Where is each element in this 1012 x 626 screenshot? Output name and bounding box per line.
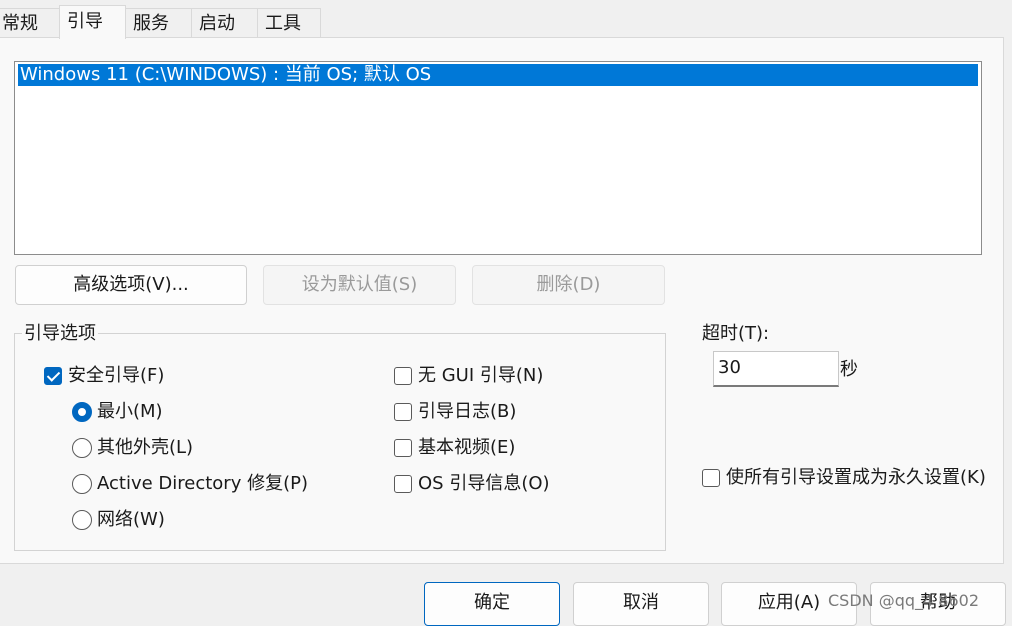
boot-log-label: 引导日志(B) — [418, 401, 517, 422]
tab-boot[interactable]: 引导 — [59, 5, 126, 39]
advanced-options-button[interactable]: 高级选项(V)... — [15, 265, 247, 305]
minimal-option[interactable]: 最小(M) — [72, 400, 163, 424]
safe-boot-checkbox[interactable] — [44, 367, 62, 385]
minimal-radio[interactable] — [72, 402, 92, 422]
minimal-label: 最小(M) — [97, 401, 163, 422]
ad-repair-label: Active Directory 修复(P) — [97, 473, 308, 494]
ad-repair-option[interactable]: Active Directory 修复(P) — [72, 472, 308, 496]
network-radio[interactable] — [72, 510, 92, 530]
os-boot-info-label: OS 引导信息(O) — [418, 473, 550, 494]
make-permanent-option[interactable]: 使所有引导设置成为永久设置(K) — [702, 466, 986, 490]
alternate-shell-option[interactable]: 其他外壳(L) — [72, 436, 193, 460]
no-gui-boot-checkbox[interactable] — [394, 367, 412, 385]
os-boot-info-option[interactable]: OS 引导信息(O) — [394, 472, 550, 496]
network-label: 网络(W) — [97, 509, 165, 530]
ok-button[interactable]: 确定 — [424, 582, 560, 626]
safe-boot-label: 安全引导(F) — [68, 365, 165, 386]
timeout-unit: 秒 — [840, 359, 858, 380]
network-option[interactable]: 网络(W) — [72, 508, 165, 532]
no-gui-boot-option[interactable]: 无 GUI 引导(N) — [394, 364, 543, 388]
set-default-button[interactable]: 设为默认值(S) — [263, 265, 456, 305]
tab-services[interactable]: 服务 — [125, 8, 192, 38]
timeout-label: 超时(T): — [702, 323, 770, 344]
boot-log-checkbox[interactable] — [394, 403, 412, 421]
safe-boot-option[interactable]: 安全引导(F) — [44, 364, 164, 388]
delete-button[interactable]: 删除(D) — [472, 265, 665, 305]
os-list-item[interactable]: Windows 11 (C:\WINDOWS) : 当前 OS; 默认 OS — [18, 64, 978, 86]
cancel-button[interactable]: 取消 — [573, 582, 709, 626]
make-permanent-label: 使所有引导设置成为永久设置(K) — [726, 467, 986, 488]
base-video-option[interactable]: 基本视频(E) — [394, 436, 515, 460]
timeout-input[interactable]: 30 — [713, 351, 839, 387]
ad-repair-radio[interactable] — [72, 474, 92, 494]
tab-startup[interactable]: 启动 — [191, 8, 258, 38]
alternate-shell-label: 其他外壳(L) — [97, 437, 194, 458]
tab-tools[interactable]: 工具 — [257, 8, 321, 38]
alternate-shell-radio[interactable] — [72, 438, 92, 458]
no-gui-boot-label: 无 GUI 引导(N) — [418, 365, 544, 386]
make-permanent-checkbox[interactable] — [702, 469, 720, 487]
watermark: CSDN @qq_4 8602 — [828, 591, 979, 610]
boot-log-option[interactable]: 引导日志(B) — [394, 400, 516, 424]
base-video-label: 基本视频(E) — [418, 437, 516, 458]
os-list[interactable]: Windows 11 (C:\WINDOWS) : 当前 OS; 默认 OS — [14, 61, 982, 255]
boot-options-title: 引导选项 — [22, 323, 98, 345]
base-video-checkbox[interactable] — [394, 439, 412, 457]
os-boot-info-checkbox[interactable] — [394, 475, 412, 493]
tab-general[interactable]: 常规 — [0, 8, 60, 38]
